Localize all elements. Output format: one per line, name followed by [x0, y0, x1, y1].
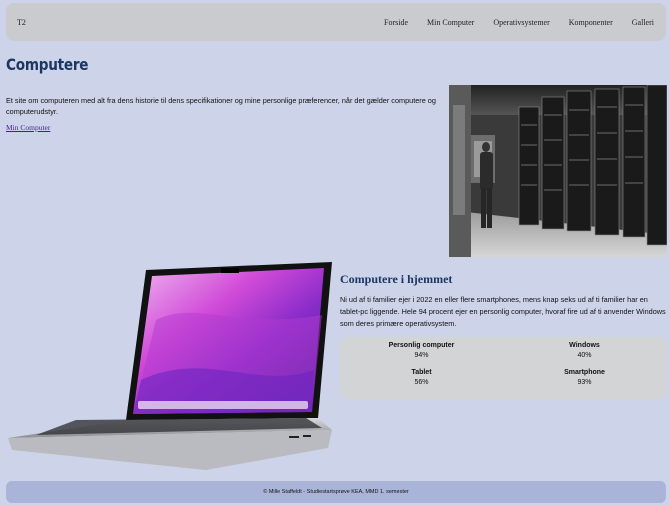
min-computer-link[interactable]: Min Computer — [6, 123, 50, 132]
stat-personlig-computer: Personlig computer 94% — [340, 341, 503, 368]
stat-value: 94% — [414, 352, 429, 359]
nav-link-operativsystemer[interactable]: Operativsystemer — [493, 18, 549, 27]
nav-link-galleri[interactable]: Galleri — [632, 18, 654, 27]
stat-value: 56% — [414, 379, 429, 386]
navbar: T2 Forside Min Computer Operativsystemer… — [6, 3, 666, 41]
footer-text: © Mille Staffeldt - Studiestartsprøve KE… — [263, 489, 409, 495]
stats-box: Personlig computer 94% Windows 40% Table… — [340, 337, 666, 399]
stat-windows: Windows 40% — [503, 341, 666, 368]
stat-value: 93% — [577, 379, 592, 386]
stat-label: Personlig computer — [388, 342, 455, 349]
footer: © Mille Staffeldt - Studiestartsprøve KE… — [6, 481, 666, 503]
stat-label: Windows — [569, 342, 600, 349]
stat-smartphone: Smartphone 93% — [503, 368, 666, 395]
laptop-image — [6, 260, 334, 478]
section-title: Computere i hjemmet — [340, 272, 453, 286]
nav-links: Forside Min Computer Operativsystemer Ko… — [365, 18, 654, 27]
section-text: Ni ud af ti familier ejer i 2022 en elle… — [340, 295, 666, 328]
page-title: Computere — [6, 55, 89, 74]
stat-label: Tablet — [411, 369, 432, 376]
vintage-computer-photo — [449, 85, 667, 257]
intro-text: Et site om computeren med alt fra dens h… — [6, 96, 436, 116]
stat-value: 40% — [577, 352, 592, 359]
nav-link-komponenter[interactable]: Komponenter — [569, 18, 613, 27]
nav-link-min-computer[interactable]: Min Computer — [427, 18, 474, 27]
stat-label: Smartphone — [564, 369, 605, 376]
stat-tablet: Tablet 56% — [340, 368, 503, 395]
brand-logo[interactable]: T2 — [17, 18, 26, 27]
nav-link-forside[interactable]: Forside — [384, 18, 408, 27]
